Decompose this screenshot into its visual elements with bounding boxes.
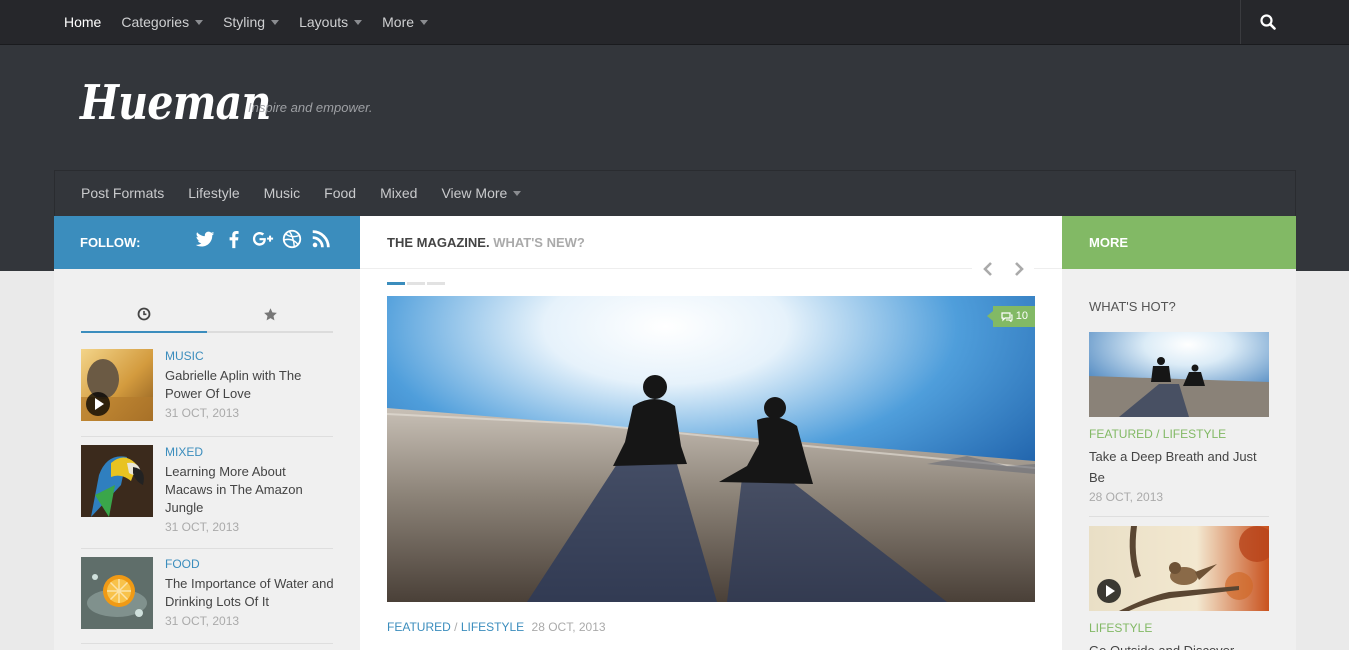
post-thumbnail[interactable] [81, 349, 153, 421]
main-content: THE MAGAZINE. WHAT'S NEW? 10 FEATURED / … [360, 216, 1062, 650]
macaw-thumbnail-image [81, 445, 153, 517]
nav-lifestyle[interactable]: Lifestyle [176, 171, 251, 216]
site-logo[interactable]: Hueman [80, 75, 271, 131]
featured-meta: FEATURED / LIFESTYLE 28 OCT, 2013 [387, 620, 606, 634]
post-title[interactable]: Take a Deep Breath and Just Be [1089, 446, 1269, 488]
play-icon [86, 392, 110, 416]
follow-label: FOLLOW: [80, 235, 141, 250]
divider [1089, 516, 1269, 517]
tab-popular[interactable] [207, 304, 333, 333]
chevron-down-icon [354, 19, 363, 25]
right-sidebar: MORE WHAT'S HOT? FEATURED / LIFESTYLE Ta… [1062, 216, 1296, 650]
nav-view-more[interactable]: View More [429, 171, 533, 216]
search-icon [1260, 14, 1276, 30]
divider [360, 268, 1062, 269]
post-title[interactable]: Go Outside and Discover [1089, 640, 1269, 650]
chevron-down-icon [271, 19, 280, 25]
list-item[interactable]: FOOD The Importance of Water and Drinkin… [81, 557, 335, 644]
chevron-down-icon [420, 19, 429, 25]
chevron-left-icon[interactable] [981, 261, 995, 277]
post-date: 28 OCT, 2013 [1089, 490, 1164, 504]
post-category[interactable]: MIXED [165, 445, 335, 459]
post-title[interactable]: Gabrielle Aplin with The Power Of Love [165, 367, 335, 403]
featured-category-link[interactable]: FEATURED [387, 620, 451, 634]
nav-mixed[interactable]: Mixed [368, 171, 429, 216]
list-item[interactable]: MUSIC Gabrielle Aplin with The Power Of … [81, 349, 333, 437]
slider-pagination [387, 282, 445, 285]
desert-thumbnail-image [1089, 332, 1269, 417]
featured-photo [387, 296, 1035, 602]
nav-post-formats[interactable]: Post Formats [69, 171, 176, 216]
chevron-down-icon [513, 191, 522, 196]
featured-image[interactable]: 10 [387, 296, 1035, 602]
more-bar: MORE [1062, 216, 1296, 269]
topnav-home[interactable]: Home [54, 0, 111, 44]
whats-hot-heading: WHAT'S HOT? [1089, 299, 1176, 314]
post-text: MIXED Learning More About Macaws in The … [165, 445, 335, 534]
topnav-layouts[interactable]: Layouts [289, 0, 372, 44]
comments-icon [1001, 311, 1013, 322]
post-date: 31 OCT, 2013 [165, 614, 240, 628]
section-subheading: WHAT'S NEW? [493, 235, 585, 250]
list-item[interactable]: MIXED Learning More About Macaws in The … [81, 445, 333, 549]
chevron-down-icon [195, 19, 204, 25]
slider-dot[interactable] [427, 282, 445, 285]
twitter-icon[interactable] [194, 228, 216, 250]
top-bar: Home Categories Styling Layouts More [0, 0, 1349, 45]
nav-music[interactable]: Music [252, 171, 313, 216]
post-thumbnail[interactable] [81, 445, 153, 517]
left-sidebar: FOLLOW: MUSIC Gabrielle Aplin with The P… [54, 216, 360, 650]
social-links [194, 228, 332, 250]
slider-controls [972, 256, 1034, 282]
rss-icon[interactable] [310, 228, 332, 250]
dribbble-icon[interactable] [281, 228, 303, 250]
category-separator: / [454, 620, 458, 634]
topnav-more[interactable]: More [372, 0, 438, 44]
orange-splash-thumbnail-image [81, 557, 153, 629]
post-category[interactable]: LIFESTYLE [1089, 621, 1152, 635]
post-title[interactable]: Learning More About Macaws in The Amazon… [165, 463, 335, 517]
play-icon [1097, 579, 1121, 603]
lifestyle-category-link[interactable]: LIFESTYLE [461, 620, 524, 634]
tab-recent[interactable] [81, 304, 207, 333]
star-icon [263, 308, 277, 321]
topnav-categories[interactable]: Categories [111, 0, 213, 44]
nav-food[interactable]: Food [312, 171, 368, 216]
slider-dot[interactable] [407, 282, 425, 285]
section-heading: THE MAGAZINE. WHAT'S NEW? [387, 235, 585, 250]
sidebar-tabs [81, 304, 333, 333]
post-category[interactable]: MUSIC [165, 349, 335, 363]
featured-date: 28 OCT, 2013 [531, 620, 606, 634]
site-tagline: Inspire and empower. [248, 100, 373, 115]
post-thumbnail[interactable] [81, 557, 153, 629]
comment-count-badge[interactable]: 10 [986, 306, 1035, 327]
chevron-right-icon[interactable] [1012, 261, 1026, 277]
post-date: 31 OCT, 2013 [165, 520, 240, 534]
hot-post-thumbnail[interactable] [1089, 332, 1269, 417]
post-category[interactable]: FEATURED / LIFESTYLE [1089, 427, 1226, 441]
topnav-styling[interactable]: Styling [213, 0, 289, 44]
post-category[interactable]: FOOD [165, 557, 335, 571]
clock-icon [137, 307, 151, 321]
search-button[interactable] [1240, 0, 1295, 44]
top-nav: Home Categories Styling Layouts More [54, 0, 438, 44]
facebook-icon[interactable] [223, 228, 245, 250]
main-nav: Post Formats Lifestyle Music Food Mixed … [54, 170, 1296, 216]
post-text: MUSIC Gabrielle Aplin with The Power Of … [165, 349, 335, 420]
post-text: FOOD The Importance of Water and Drinkin… [165, 557, 335, 628]
slider-dot[interactable] [387, 282, 405, 285]
post-title[interactable]: The Importance of Water and Drinking Lot… [165, 575, 335, 611]
google-plus-icon[interactable] [252, 228, 274, 250]
hot-post-thumbnail[interactable] [1089, 526, 1269, 611]
post-date: 31 OCT, 2013 [165, 406, 240, 420]
